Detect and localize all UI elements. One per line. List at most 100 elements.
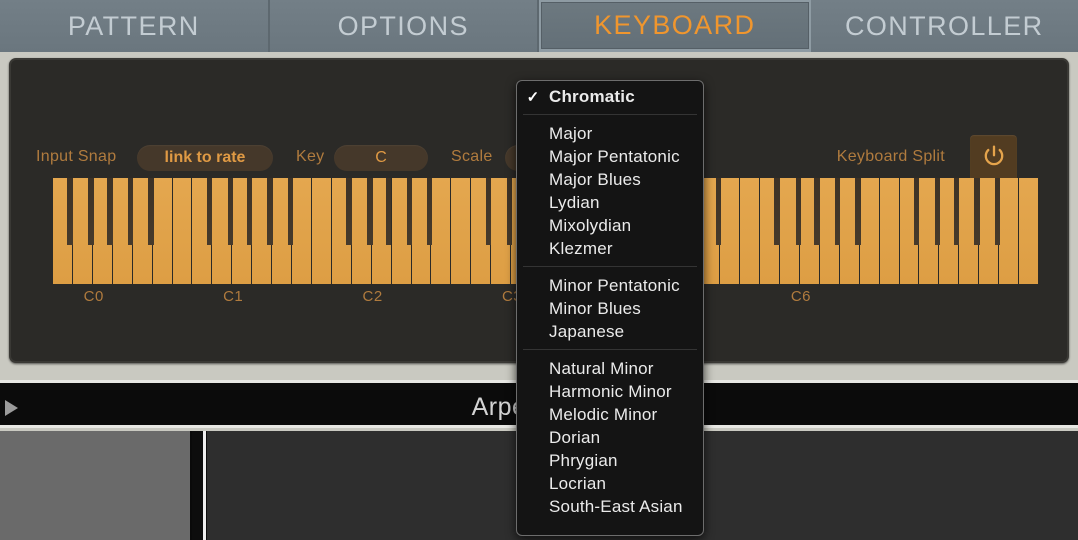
piano-black-key[interactable] <box>994 178 1001 245</box>
menu-item-melodic-minor[interactable]: Melodic Minor <box>517 403 703 426</box>
menu-item-label: Mixolydian <box>549 215 632 235</box>
menu-item-label: Minor Pentatonic <box>549 275 680 295</box>
piano-black-key[interactable] <box>88 178 94 245</box>
tab-pattern[interactable]: PATTERN <box>0 0 270 52</box>
tab-label: CONTROLLER <box>844 10 1044 41</box>
piano-black-key[interactable] <box>107 178 113 245</box>
piano-black-key[interactable] <box>367 178 373 245</box>
menu-item-label: Major <box>549 123 593 143</box>
piano-black-key[interactable] <box>67 178 73 245</box>
menu-item-label: Chromatic <box>549 86 635 106</box>
tab-options[interactable]: OPTIONS <box>269 0 539 52</box>
octave-label: C6 <box>790 288 811 305</box>
octave-label: C1 <box>223 288 244 305</box>
menu-item-locrian[interactable]: Locrian <box>517 472 703 495</box>
key-value-selector[interactable]: C <box>334 145 428 171</box>
menu-item-label: Japanese <box>549 321 625 341</box>
power-icon <box>981 143 1007 174</box>
piano-white-key[interactable] <box>879 178 900 284</box>
input-snap-label: Input Snap <box>36 148 117 165</box>
key-label: Key <box>296 148 325 165</box>
piano-octave[interactable] <box>899 178 1039 284</box>
left-list-pane[interactable] <box>0 431 192 540</box>
menu-item-mixolydian[interactable]: Mixolydian <box>517 214 703 237</box>
piano-white-key[interactable] <box>172 178 193 284</box>
piano-black-key[interactable] <box>774 178 780 245</box>
tab-bar: PATTERN OPTIONS KEYBOARD CONTROLLER <box>0 0 1078 52</box>
menu-item-label: South-East Asian <box>549 496 683 516</box>
keyboard-split-label: Keyboard Split <box>836 148 945 165</box>
piano-black-key[interactable] <box>953 178 960 245</box>
piano-white-key[interactable] <box>451 178 472 284</box>
piano-black-key[interactable] <box>406 178 413 245</box>
menu-item-lydian[interactable]: Lydian <box>517 191 703 214</box>
piano-black-key[interactable] <box>795 178 801 245</box>
tab-label: PATTERN <box>67 10 200 41</box>
menu-item-label: Klezmer <box>549 238 613 258</box>
piano-octave[interactable] <box>760 178 900 284</box>
piano-black-key[interactable] <box>427 178 433 245</box>
menu-item-label: Melodic Minor <box>549 404 658 424</box>
menu-item-minor-pentatonic[interactable]: Minor Pentatonic <box>517 274 703 297</box>
menu-item-label: Phrygian <box>549 450 618 470</box>
menu-item-label: Minor Blues <box>549 298 641 318</box>
piano-white-key[interactable] <box>720 178 741 284</box>
menu-item-minor-blues[interactable]: Minor Blues <box>517 297 703 320</box>
menu-item-major-pentatonic[interactable]: Major Pentatonic <box>517 145 703 168</box>
piano-white-key[interactable] <box>740 178 761 284</box>
menu-separator <box>523 266 697 267</box>
piano-octave[interactable] <box>53 178 193 284</box>
tab-controller[interactable]: CONTROLLER <box>810 0 1078 52</box>
piano-black-key[interactable] <box>227 178 234 245</box>
input-snap-value-button[interactable]: link to rate <box>137 145 273 171</box>
piano-white-key[interactable] <box>999 178 1020 284</box>
piano-white-key[interactable] <box>311 178 332 284</box>
menu-separator <box>523 349 697 350</box>
menu-item-label: Locrian <box>549 473 607 493</box>
piano-white-key[interactable] <box>859 178 880 284</box>
menu-item-label: Lydian <box>549 192 600 212</box>
menu-item-label: Major Pentatonic <box>549 146 680 166</box>
plugin-window: PATTERN OPTIONS KEYBOARD CONTROLLER Input S… <box>0 0 1078 540</box>
piano-black-key[interactable] <box>206 178 213 245</box>
menu-item-natural-minor[interactable]: Natural Minor <box>517 357 703 380</box>
keyboard-split-toggle[interactable] <box>970 135 1017 182</box>
piano-black-key[interactable] <box>246 178 253 245</box>
piano-black-key[interactable] <box>346 178 352 245</box>
scale-dropdown-menu[interactable]: ✓ Chromatic Major Major Pentatonic Major Blu… <box>516 80 704 536</box>
menu-item-phrygian[interactable]: Phrygian <box>517 449 703 472</box>
piano-black-key[interactable] <box>485 178 492 245</box>
piano-black-key[interactable] <box>506 178 513 245</box>
piano-black-key[interactable] <box>715 178 722 245</box>
piano-white-key[interactable] <box>152 178 173 284</box>
piano-white-key[interactable] <box>292 178 312 284</box>
menu-item-major-blues[interactable]: Major Blues <box>517 168 703 191</box>
menu-item-dorian[interactable]: Dorian <box>517 426 703 449</box>
piano-octave[interactable] <box>192 178 332 284</box>
menu-item-harmonic-minor[interactable]: Harmonic Minor <box>517 380 703 403</box>
piano-black-key[interactable] <box>913 178 920 245</box>
piano-black-key[interactable] <box>855 178 861 245</box>
menu-item-klezmer[interactable]: Klezmer <box>517 237 703 260</box>
piano-black-key[interactable] <box>974 178 980 245</box>
piano-black-key[interactable] <box>834 178 841 245</box>
tab-label: KEYBOARD <box>594 10 756 40</box>
piano-black-key[interactable] <box>814 178 820 245</box>
piano-white-key[interactable] <box>431 178 452 284</box>
piano-black-key[interactable] <box>267 178 273 245</box>
menu-item-south-east-asian[interactable]: South-East Asian <box>517 495 703 518</box>
menu-item-japanese[interactable]: Japanese <box>517 320 703 343</box>
piano-octave[interactable] <box>331 178 472 284</box>
piano-black-key[interactable] <box>148 178 154 245</box>
piano-white-key[interactable] <box>1019 178 1039 284</box>
menu-item-chromatic[interactable]: ✓ Chromatic <box>517 85 703 108</box>
piano-black-key[interactable] <box>386 178 392 245</box>
piano-black-key[interactable] <box>287 178 294 245</box>
octave-label: C2 <box>362 288 383 305</box>
menu-item-major[interactable]: Major <box>517 122 703 145</box>
piano-black-key[interactable] <box>934 178 941 245</box>
pane-divider[interactable] <box>203 431 206 540</box>
piano-black-key[interactable] <box>127 178 134 245</box>
menu-item-label: Natural Minor <box>549 358 654 378</box>
tab-keyboard[interactable]: KEYBOARD <box>539 0 811 52</box>
